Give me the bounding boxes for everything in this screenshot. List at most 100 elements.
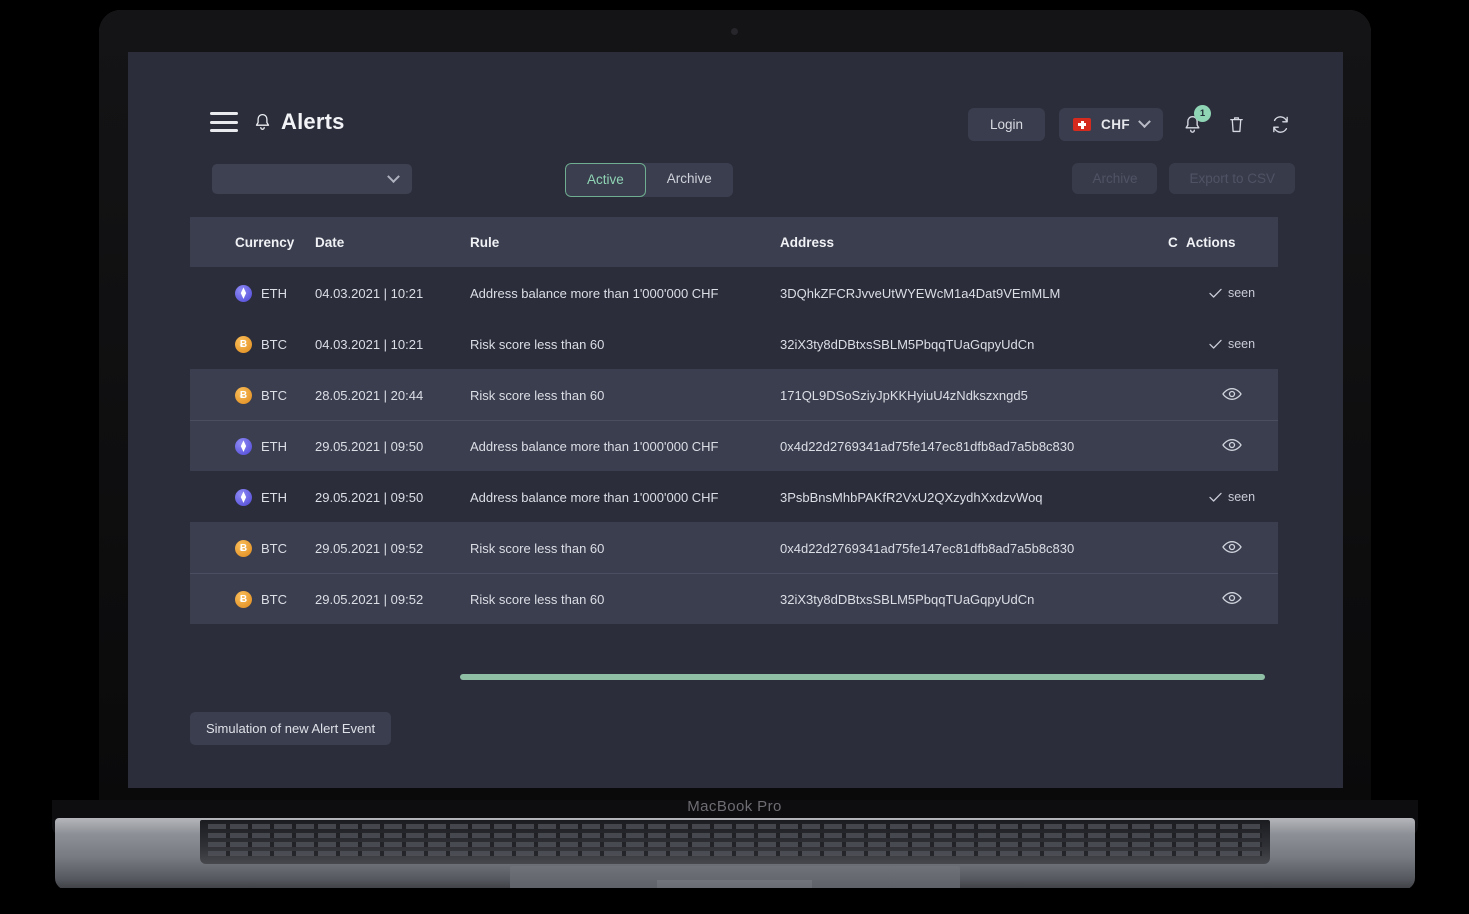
- cell-actions: [1186, 591, 1278, 608]
- device-label: MacBook Pro: [0, 798, 1469, 815]
- chevron-down-icon: [1138, 115, 1151, 128]
- app-window: Alerts Login CHF 1: [128, 52, 1343, 788]
- currency-label: BTC: [261, 541, 287, 556]
- currency-label: BTC: [261, 388, 287, 403]
- tab-archive[interactable]: Archive: [646, 163, 733, 197]
- column-header-address: Address: [780, 235, 1168, 250]
- check-icon: [1209, 492, 1222, 503]
- cell-rule: Risk score less than 60: [470, 337, 780, 352]
- eye-icon[interactable]: [1222, 591, 1242, 608]
- currency-label: ETH: [261, 439, 287, 454]
- cell-rule: Risk score less than 60: [470, 388, 780, 403]
- cell-address: 32iX3ty8dDBtxsSBLM5PbqqTUaGqpyUdCn: [780, 592, 1168, 607]
- cell-currency: Ƀ BTC: [190, 540, 315, 557]
- table-row[interactable]: ⧫ETH29.05.2021 | 09:50Address balance mo…: [190, 471, 1278, 522]
- laptop-keyboard: [200, 820, 1270, 864]
- currency-label: ETH: [261, 490, 287, 505]
- check-icon: [1209, 288, 1222, 299]
- page-title: Alerts: [281, 109, 345, 135]
- eye-icon[interactable]: [1222, 540, 1242, 557]
- bitcoin-icon: Ƀ: [235, 387, 252, 404]
- table-row[interactable]: ɃBTC29.05.2021 | 09:52Risk score less th…: [190, 573, 1278, 624]
- seen-label: seen: [1228, 337, 1255, 351]
- cell-rule: Address balance more than 1'000'000 CHF: [470, 286, 780, 301]
- cell-actions: seen: [1186, 286, 1278, 300]
- currency-code: CHF: [1101, 117, 1130, 132]
- table-row[interactable]: Ƀ BTC 28.05.2021 | 20:44Risk score less th…: [190, 369, 1278, 420]
- filter-dropdown[interactable]: [212, 164, 412, 194]
- cell-rule: Risk score less than 60: [470, 592, 780, 607]
- cell-date: 29.05.2021 | 09:50: [315, 439, 470, 454]
- cell-date: 04.03.2021 | 10:21: [315, 337, 470, 352]
- ethereum-icon: ⧫: [235, 438, 252, 455]
- cell-actions: [1186, 387, 1278, 404]
- simulate-alert-button[interactable]: Simulation of new Alert Event: [190, 712, 391, 745]
- bitcoin-icon: Ƀ: [235, 540, 252, 557]
- cell-currency: ɃBTC: [190, 591, 315, 608]
- seen-label: seen: [1228, 286, 1255, 300]
- view-tabs: Active Archive: [565, 163, 733, 197]
- export-csv-button[interactable]: Export to CSV: [1169, 163, 1295, 194]
- toolbar-actions: Archive Export to CSV: [1072, 163, 1295, 194]
- webcam-icon: [731, 28, 738, 35]
- chevron-down-icon: [387, 170, 400, 183]
- cell-address: 32iX3ty8dDBtxsSBLM5PbqqTUaGqpyUdCn: [780, 337, 1168, 352]
- cell-rule: Risk score less than 60: [470, 541, 780, 556]
- seen-status: seen: [1209, 337, 1255, 351]
- column-header-currency: Currency: [190, 235, 315, 250]
- cell-date: 28.05.2021 | 20:44: [315, 388, 470, 403]
- eye-icon[interactable]: [1222, 387, 1242, 404]
- cell-actions: [1186, 540, 1278, 557]
- cell-date: 04.03.2021 | 10:21: [315, 286, 470, 301]
- swiss-flag-icon: [1073, 118, 1091, 131]
- cell-date: 29.05.2021 | 09:50: [315, 490, 470, 505]
- page-title-group: Alerts: [254, 109, 345, 135]
- cell-actions: seen: [1186, 490, 1278, 504]
- scrollbar-thumb[interactable]: [460, 674, 1265, 680]
- ethereum-icon: ⧫: [235, 285, 252, 302]
- alerts-table: Currency Date Rule Address C Actions ⧫ ET…: [190, 217, 1278, 624]
- cell-currency: Ƀ BTC: [190, 336, 315, 353]
- laptop-screen: Alerts Login CHF 1: [128, 52, 1343, 788]
- cell-address: 0x4d22d2769341ad75fe147ec81dfb8ad7a5b8c8…: [780, 541, 1168, 556]
- cell-currency: ⧫ ETH: [190, 489, 315, 506]
- table-row[interactable]: Ƀ BTC 04.03.2021 | 10:21Risk score less th…: [190, 318, 1278, 369]
- cell-date: 29.05.2021 | 09:52: [315, 541, 470, 556]
- cell-rule: Address balance more than 1'000'000 CHF: [470, 439, 780, 454]
- header-actions: Login CHF 1: [968, 108, 1295, 141]
- cell-actions: [1186, 438, 1278, 455]
- cell-actions: seen: [1186, 337, 1278, 351]
- eye-icon[interactable]: [1222, 438, 1242, 455]
- currency-label: ETH: [261, 286, 287, 301]
- notifications-button[interactable]: 1: [1177, 110, 1207, 140]
- bell-icon: [254, 113, 271, 132]
- app-header: Alerts Login CHF 1: [128, 52, 1343, 148]
- bitcoin-icon: Ƀ: [235, 591, 252, 608]
- column-header-count: C: [1168, 235, 1186, 250]
- ethereum-icon: ⧫: [235, 489, 252, 506]
- screenshot-root: Alerts Login CHF 1: [0, 0, 1469, 914]
- tab-active[interactable]: Active: [565, 163, 646, 197]
- cell-currency: Ƀ BTC: [190, 387, 315, 404]
- seen-status: seen: [1209, 286, 1255, 300]
- cell-address: 0x4d22d2769341ad75fe147ec81dfb8ad7a5b8c8…: [780, 439, 1168, 454]
- column-header-actions: Actions: [1186, 235, 1278, 250]
- trash-icon[interactable]: [1221, 110, 1251, 140]
- refresh-icon[interactable]: [1265, 110, 1295, 140]
- login-button[interactable]: Login: [968, 108, 1045, 141]
- bitcoin-icon: Ƀ: [235, 336, 252, 353]
- archive-button[interactable]: Archive: [1072, 163, 1157, 194]
- table-row[interactable]: ⧫ ETH 04.03.2021 | 10:21Address balance mo…: [190, 267, 1278, 318]
- cell-address: 171QL9DSoSziyJpKKHyiuU4zNdkszxngd5: [780, 388, 1168, 403]
- horizontal-scrollbar[interactable]: [190, 674, 1278, 681]
- currency-selector[interactable]: CHF: [1059, 108, 1163, 141]
- cell-address: 3DQhkZFCRJvveUtWYEWcM1a4Dat9VEmMLM: [780, 286, 1168, 301]
- table-row[interactable]: ⧫ ETH 29.05.2021 | 09:50Address balance mo…: [190, 420, 1278, 471]
- column-header-rule: Rule: [470, 235, 780, 250]
- table-row[interactable]: Ƀ BTC 29.05.2021 | 09:52Risk score less th…: [190, 522, 1278, 573]
- currency-label: BTC: [261, 337, 287, 352]
- laptop-foot-shadow: [0, 888, 1469, 914]
- hamburger-menu-icon[interactable]: [210, 112, 238, 132]
- table-header-row: Currency Date Rule Address C Actions: [190, 217, 1278, 267]
- table-body: ⧫ETH04.03.2021 | 10:21Address balance mo…: [190, 267, 1278, 624]
